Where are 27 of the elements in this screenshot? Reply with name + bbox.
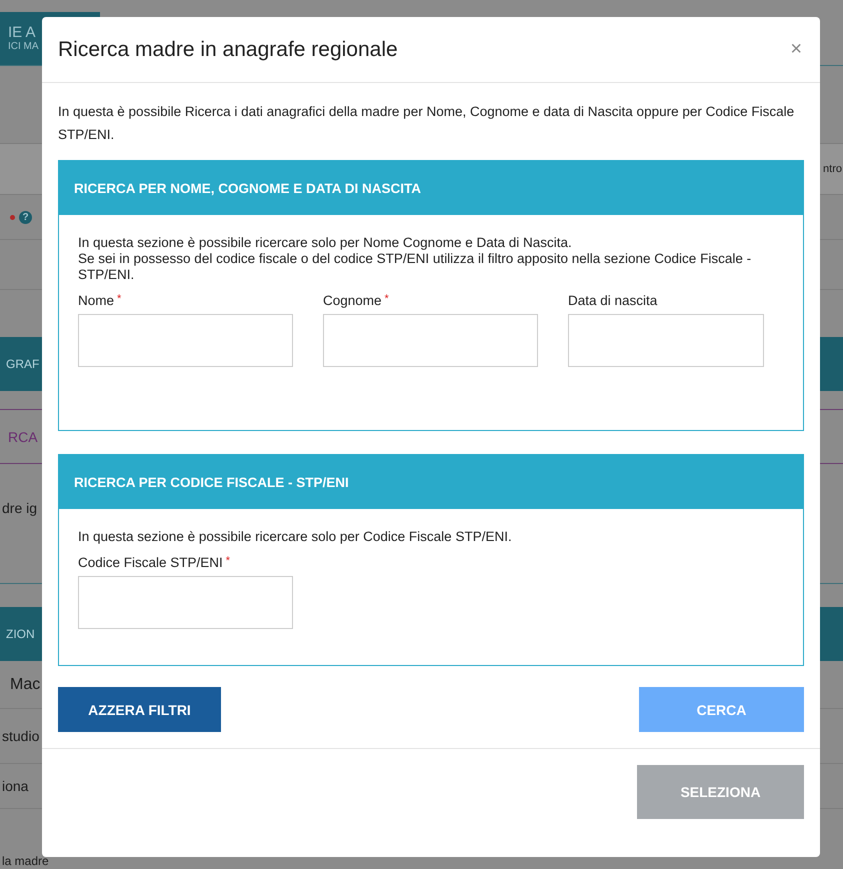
panel-description: In questa sezione è possibile ricercare solo per Nome Cognome e Data di Nascita. Se sei in possesso del codice fiscale o del codice STP/ENI utilizza il filtro apposito nella sezione Codice Fiscale - STP/ENI. [78,235,752,283]
panel-description: In questa sezione è possibile ricercare solo per Codice Fiscale STP/ENI. [78,529,513,545]
intro-text: In questa è possibile Ricerca i dati anagrafici della madre per Nome, Cognome e data di Nascita oppure per Codice Fiscale STP/ENI. [58,103,796,144]
panel-title: RICERCA PER NOME, COGNOME E DATA DI NASCITA [59,161,803,215]
required-icon [10,214,15,220]
reset-button[interactable]: AZZERA FILTRI [58,687,221,732]
input-field[interactable] [78,576,293,629]
dialog-title: Ricerca madre in anagrafe regionale [58,38,398,62]
input-field[interactable] [323,314,538,367]
input-field[interactable] [568,314,764,367]
row-text: studio [2,728,40,744]
field-label: Cognome * [323,293,390,308]
close-button[interactable]: × [788,38,804,61]
header-title: IE A [8,25,37,41]
input-field[interactable] [78,314,293,367]
side-label: ntro [823,163,842,175]
field-label: Mac [10,676,40,694]
field-label: Nome * [78,293,122,308]
panel-title: RICERCA PER CODICE FISCALE - STP/ENI [59,455,803,509]
tab[interactable]: RCA [8,428,38,444]
field-label: Data di nascita [568,293,658,308]
help-icon[interactable]: ? [19,210,32,224]
field-label: Codice Fiscale STP/ENI * [78,555,232,570]
row-text: iona [2,778,28,794]
search-button[interactable]: CERCA [639,687,804,732]
footer-text: la madre [2,854,49,868]
hint-text: dre ig [2,500,38,516]
